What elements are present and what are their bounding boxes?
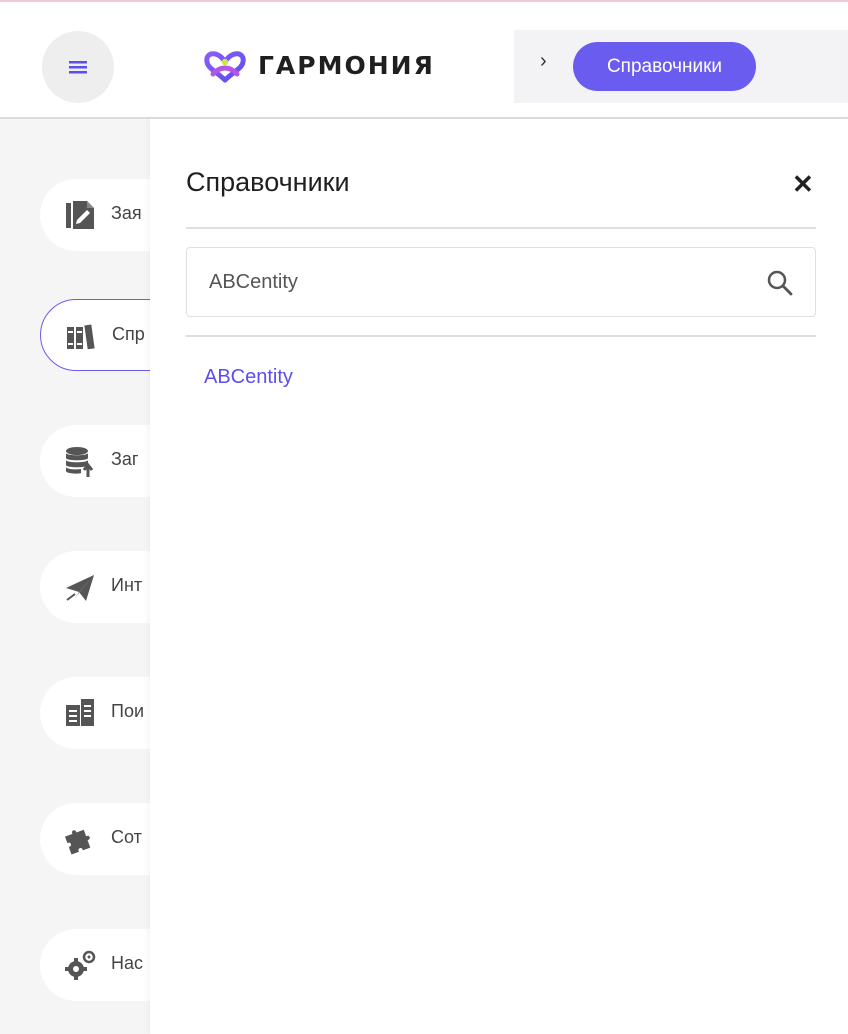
sidebar-item-label: Зая (111, 203, 142, 223)
books-icon (63, 318, 99, 354)
sidebar: Зая Спр Заг Инт Пои Сот Нас (0, 119, 220, 1034)
puzzle-icon (62, 821, 98, 857)
documents-icon (62, 695, 98, 731)
panel-divider-top (186, 227, 816, 229)
logo-text: ГАРМОНИЯ (258, 50, 435, 80)
sidebar-item-label: Спр (112, 324, 145, 344)
app-logo[interactable]: ГАРМОНИЯ (200, 40, 435, 90)
breadcrumb-item-spravochniki[interactable]: Справочники (573, 42, 756, 91)
sidebar-item-label: Заг (111, 449, 139, 469)
sidebar-item-label: Нас (111, 953, 144, 973)
sidebar-item-label: Сот (111, 827, 142, 847)
panel-title: Справочники (186, 167, 350, 197)
breadcrumb-separator-icon: › (540, 50, 547, 72)
gears-icon (62, 947, 98, 983)
directories-panel: Справочники ✕ ABCentity (150, 119, 848, 1034)
panel-divider-results (186, 335, 816, 337)
logo-icon (204, 51, 246, 83)
search-input[interactable] (207, 248, 751, 317)
hamburger-icon (69, 61, 87, 74)
database-upload-icon (62, 443, 98, 479)
app-header: ГАРМОНИЯ › Справочники (0, 2, 848, 118)
document-edit-icon (62, 197, 98, 233)
sidebar-item-label: Инт (111, 575, 143, 595)
search-field[interactable] (186, 247, 816, 317)
search-icon[interactable] (765, 268, 795, 298)
close-icon[interactable]: ✕ (792, 169, 814, 200)
result-item-abcentity[interactable]: ABCentity (204, 366, 293, 389)
hamburger-menu-button[interactable] (42, 31, 114, 103)
sidebar-item-label: Пои (111, 701, 145, 721)
paper-plane-icon (62, 569, 98, 605)
